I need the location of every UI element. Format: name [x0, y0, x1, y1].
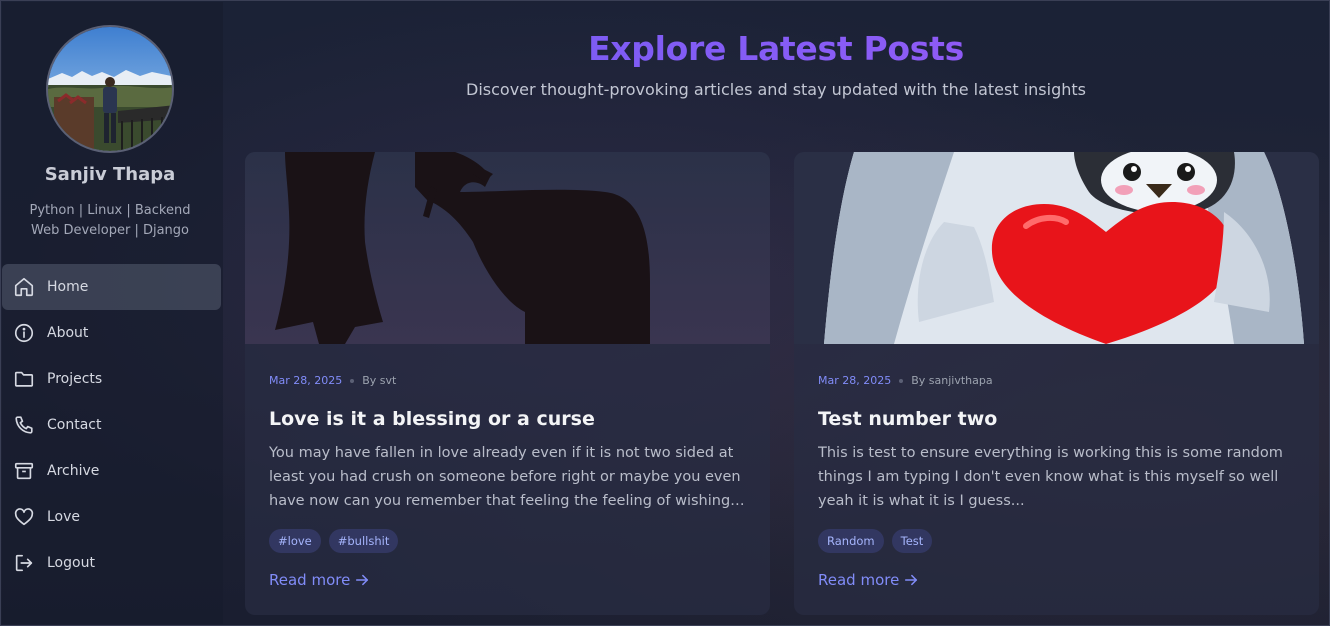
- post-meta: Mar 28, 2025 By svt: [269, 374, 396, 387]
- post-excerpt-line: things I am typing I don't even know wha…: [818, 469, 1279, 485]
- sidebar-item-love[interactable]: Love: [2, 494, 221, 540]
- tag-random[interactable]: Random: [818, 529, 884, 553]
- info-icon: [14, 323, 34, 343]
- avatar[interactable]: [46, 25, 174, 153]
- heart-icon: [14, 508, 34, 526]
- page-title: Explore Latest Posts: [223, 29, 1329, 68]
- post-excerpt-line: have now can you remember that feeling t…: [269, 493, 745, 509]
- sidebar-item-label: Projects: [47, 371, 103, 387]
- sidebar-item-archive[interactable]: Archive: [2, 448, 221, 494]
- post-excerpt-line: You may have fallen in love already even…: [269, 445, 734, 461]
- folder-icon: [14, 371, 34, 387]
- post-title[interactable]: Love is it a blessing or a curse: [269, 408, 595, 430]
- tag-bullshit[interactable]: #bullshit: [328, 529, 399, 553]
- post-excerpt: This is test to ensure everything is wor…: [818, 441, 1294, 513]
- sidebar-item-label: Home: [47, 279, 89, 295]
- sidebar-item-label: Love: [47, 509, 81, 525]
- read-more-label: Read more: [269, 571, 351, 589]
- post-tags: Random Test: [818, 529, 933, 553]
- tag-test[interactable]: Test: [891, 529, 933, 553]
- page-subtitle: Discover thought-provoking articles and …: [466, 80, 1086, 99]
- read-more-link[interactable]: Read more: [269, 571, 369, 589]
- sidebar-nav: Home About Projects Contact Archive Love…: [2, 264, 223, 586]
- post-meta: Mar 28, 2025 By sanjivthapa: [818, 374, 993, 387]
- read-more-link[interactable]: Read more: [818, 571, 918, 589]
- arrow-right-icon: [905, 574, 918, 586]
- avatar-photo: [48, 27, 172, 151]
- sidebar-item-label: Archive: [47, 463, 100, 479]
- post-excerpt-line: least you had crush on someone before ri…: [269, 469, 741, 485]
- sidebar-item-label: About: [47, 325, 89, 341]
- post-author[interactable]: By sanjivthapa: [911, 374, 992, 387]
- sidebar-item-contact[interactable]: Contact: [2, 402, 221, 448]
- arrow-right-icon: [356, 574, 369, 586]
- post-image[interactable]: [245, 152, 770, 344]
- post-title[interactable]: Test number two: [818, 408, 997, 430]
- tag-love[interactable]: #love: [269, 529, 321, 553]
- post-excerpt-line: This is test to ensure everything is wor…: [818, 445, 1283, 461]
- post-author[interactable]: By svt: [362, 374, 396, 387]
- archive-icon: [14, 462, 34, 480]
- post-card[interactable]: Mar 28, 2025 By svt Love is it a blessin…: [245, 152, 770, 615]
- phone-icon: [15, 416, 33, 434]
- post-excerpt: You may have fallen in love already even…: [269, 441, 745, 513]
- sidebar-item-home[interactable]: Home: [2, 264, 221, 310]
- meta-separator: [350, 378, 355, 383]
- sidebar: Sanjiv Thapa Python | Linux | Backend We…: [2, 2, 223, 624]
- home-icon: [14, 277, 34, 297]
- read-more-label: Read more: [818, 571, 900, 589]
- post-excerpt-line: yeah it is what it is I guess...: [818, 493, 1025, 509]
- post-tags: #love #bullshit: [269, 529, 399, 553]
- post-image-silhouettes: [245, 152, 770, 344]
- sidebar-item-projects[interactable]: Projects: [2, 356, 221, 402]
- post-date: Mar 28, 2025: [818, 374, 892, 387]
- meta-separator: [899, 378, 904, 383]
- post-image[interactable]: [794, 152, 1319, 344]
- logout-icon: [15, 554, 33, 572]
- sidebar-item-about[interactable]: About: [2, 310, 221, 356]
- page: Sanjiv Thapa Python | Linux | Backend We…: [0, 0, 1330, 626]
- profile-bio: Python | Linux | Backend Web Developer |…: [29, 203, 191, 238]
- post-image-penguin-heart: [794, 152, 1319, 344]
- sidebar-item-label: Logout: [47, 555, 95, 571]
- sidebar-item-logout[interactable]: Logout: [2, 540, 221, 586]
- post-card[interactable]: Mar 28, 2025 By sanjivthapa Test number …: [794, 152, 1319, 615]
- sidebar-item-label: Contact: [47, 417, 102, 433]
- post-date: Mar 28, 2025: [269, 374, 343, 387]
- profile-name: Sanjiv Thapa: [44, 164, 176, 185]
